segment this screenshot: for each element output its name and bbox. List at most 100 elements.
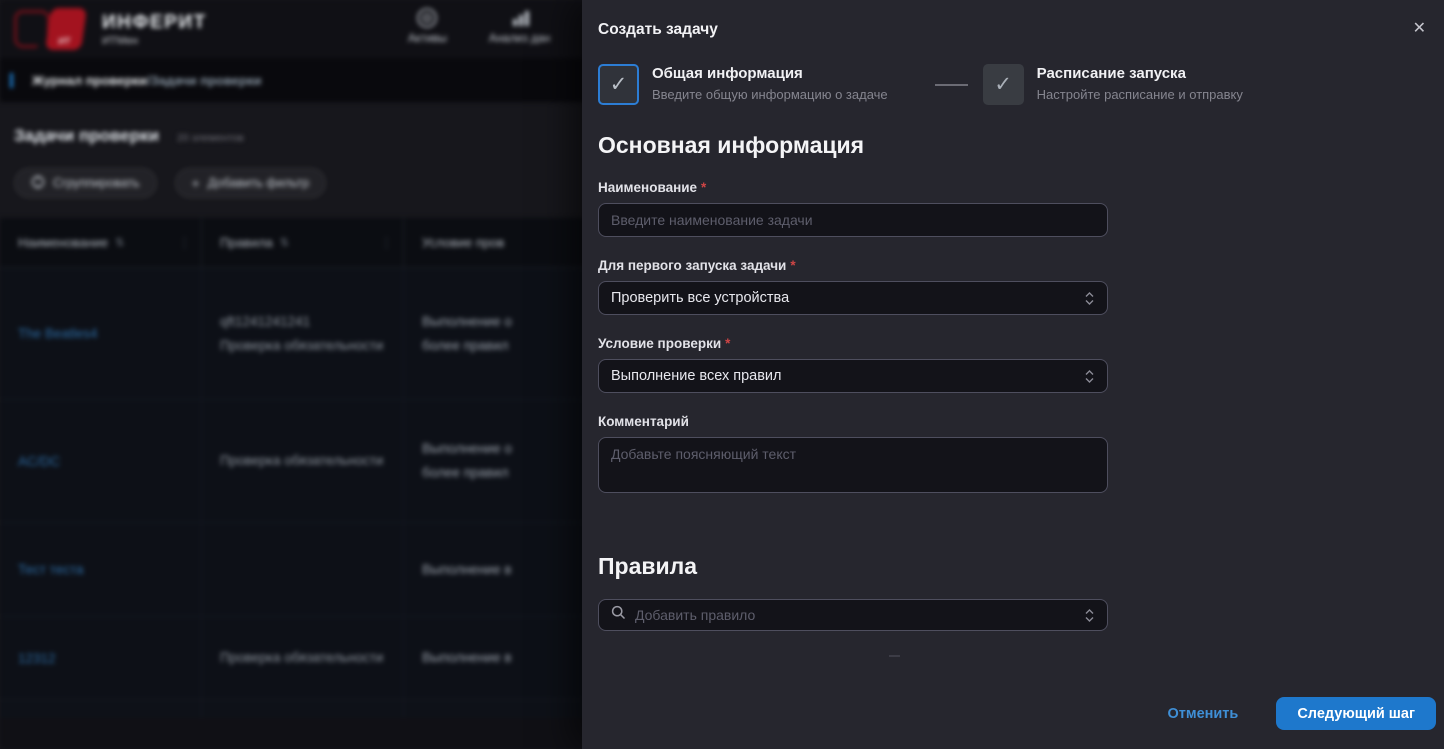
brand-text: ИНФЕРИТ ИТМен [102,12,207,47]
step-title: Расписание запуска [1037,65,1243,82]
screen: ИТ ИНФЕРИТ ИТМен Активы [0,0,1444,749]
add-rule-select[interactable] [598,599,1108,631]
breadcrumb-accent-bar [10,73,13,88]
brand-logo[interactable]: ИТ ИНФЕРИТ ИТМен [14,8,207,50]
page-title-bar: Задачи проверки 20 элементов [14,126,244,146]
label-text: Условие проверки [598,336,721,351]
task-link[interactable]: 12312 [18,651,191,666]
label-text: Для первого запуска задачи [598,258,786,273]
cell-name: Тест теста [0,523,202,616]
logo-fill-shape: ИТ [45,8,87,50]
rules-line: Проверка обязательности [220,449,393,473]
cancel-button[interactable]: Отменить [1167,706,1238,722]
brand-subtitle: ИТМен [102,35,207,47]
create-task-drawer: Создать задачу ✕ ✓ Общая информация Введ… [582,0,1444,749]
name-field-block: Наименование * [598,180,1108,237]
step-texts: Общая информация Введите общую информаци… [652,64,888,105]
cell-rules [202,523,404,616]
column-header-rules[interactable]: Правила ⇅ ⋮ [202,218,404,267]
first-run-field-label: Для первого запуска задачи * [598,258,1108,273]
select-value: Выполнение всех правил [611,368,781,384]
items-count-badge: 20 элементов [177,132,244,144]
nav-item-label: Анализ дан [489,33,550,45]
rules-line: qft1241241241 [220,310,393,334]
cell-name: AC/DC [0,400,202,522]
rules-line: Проверка обязательности [220,334,393,358]
column-label: Наименование [18,235,108,250]
chevron-updown-icon [1084,608,1095,623]
required-asterisk: * [790,258,795,273]
rules-line: Проверка обязательности [220,646,393,670]
task-link[interactable]: Тест теста [18,562,191,577]
stepper: ✓ Общая информация Введите общую информа… [598,64,1428,105]
brand-logo-icon: ИТ [14,8,88,50]
step-subtitle: Настройте расписание и отправку [1037,87,1243,102]
column-label: Условие пров [422,235,504,250]
plus-icon: + [192,175,200,191]
page-title: Задачи проверки [14,126,159,146]
cell-rules: qft1241241241 Проверка обязательности [202,268,404,399]
comment-field-label: Комментарий [598,414,1108,429]
cell-rules: Проверка обязательности [202,400,404,522]
breadcrumb-primary[interactable]: Журнал проверки [32,73,147,88]
drag-handle-icon[interactable]: ⋮ [380,235,393,251]
label-text: Комментарий [598,414,689,429]
add-filter-button-label: Добавить фильтр [208,176,310,190]
rules-empty-dash [889,655,900,657]
chevron-updown-icon [1084,291,1095,306]
column-header-name[interactable]: Наименование ⇅ ⋮ [0,218,202,267]
drawer-title: Создать задачу [598,21,718,39]
column-label: Правила [220,235,273,250]
required-asterisk: * [701,180,706,195]
step-general-info[interactable]: ✓ Общая информация Введите общую информа… [598,64,888,105]
close-icon[interactable]: ✕ [1411,21,1428,37]
nav-item-label: Активы [408,33,447,45]
comment-field-block: Комментарий [598,414,1108,498]
brand-title: ИНФЕРИТ [102,12,207,34]
condition-field-block: Условие проверки * Выполнение всех правил [598,336,1108,393]
cell-name: 12312 [0,617,202,699]
sort-icon[interactable]: ⇅ [280,236,289,249]
table-toolbar: Сгруппировать + Добавить фильтр [14,168,326,198]
step-schedule[interactable]: ✓ Расписание запуска Настройте расписани… [983,64,1243,105]
step-texts: Расписание запуска Настройте расписание … [1037,64,1243,105]
add-filter-button[interactable]: + Добавить фильтр [175,168,327,198]
top-nav: Активы Анализ дан [408,7,550,45]
drawer-footer: Отменить Следующий шаг [582,697,1444,749]
group-button[interactable]: Сгруппировать [14,168,157,198]
required-asterisk: * [725,336,730,351]
task-link[interactable]: AC/DC [18,454,191,469]
nav-item-assets[interactable]: Активы [408,7,447,45]
chevron-updown-icon [1084,369,1095,384]
step-subtitle: Введите общую информацию о задаче [652,87,888,102]
step-checkbox-inactive[interactable]: ✓ [983,64,1024,105]
label-text: Наименование [598,180,697,195]
group-button-label: Сгруппировать [53,176,140,190]
name-field-label: Наименование * [598,180,1108,195]
condition-select[interactable]: Выполнение всех правил [598,359,1108,393]
search-icon [611,605,626,625]
next-step-button[interactable]: Следующий шаг [1276,697,1436,730]
cell-rules: Проверка обязательности [202,617,404,699]
step-checkbox-active[interactable]: ✓ [598,64,639,105]
bar-chart-icon [509,7,531,29]
select-value: Проверить все устройства [611,290,789,306]
cell-name: The Beatles4 [0,268,202,399]
sort-icon[interactable]: ⇅ [115,236,124,249]
add-rule-input[interactable] [635,607,1075,623]
breadcrumb-secondary[interactable]: Задачи проверки [151,73,262,88]
disc-icon [416,7,438,29]
step-title: Общая информация [652,65,888,82]
condition-field-label: Условие проверки * [598,336,1108,351]
drawer-header: Создать задачу ✕ [582,0,1444,39]
first-run-field-block: Для первого запуска задачи * Проверить вс… [598,258,1108,315]
rules-heading: Правила [598,553,1428,580]
drag-handle-icon[interactable]: ⋮ [178,235,191,251]
first-run-select[interactable]: Проверить все устройства [598,281,1108,315]
group-icon [31,175,45,192]
main-info-heading: Основная информация [598,132,1428,159]
nav-item-analytics[interactable]: Анализ дан [489,7,550,45]
comment-textarea[interactable] [598,437,1108,493]
task-link[interactable]: The Beatles4 [18,326,191,341]
task-name-input[interactable] [598,203,1108,237]
